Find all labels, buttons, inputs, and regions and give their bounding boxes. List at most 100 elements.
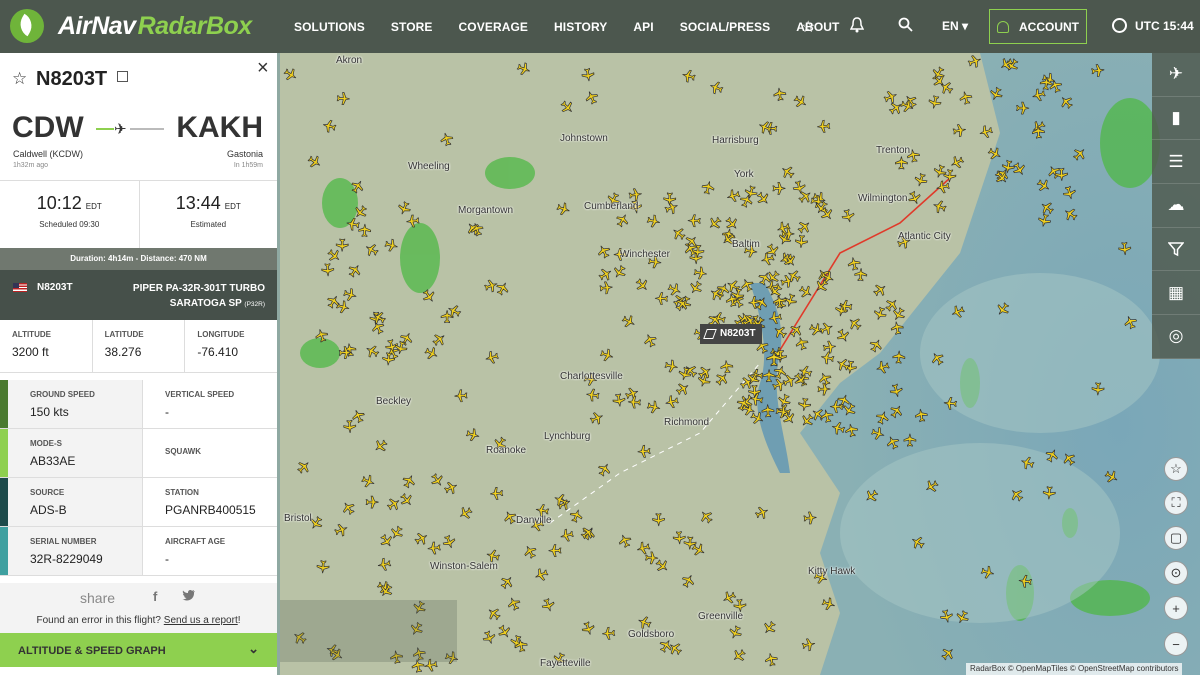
altitude-cell: ALTITUDE 3200 ft [0,320,92,372]
row-color-bar [0,478,8,526]
map-label: Roanoke [486,445,527,456]
origin-name: Caldwell (KCDW) [13,149,84,159]
departure-timezone: EDT [85,202,102,211]
arrival-estimated: Estimated [190,220,227,229]
source-value: ADS-B [30,503,67,517]
airport-icon[interactable]: ▮ [1152,97,1200,141]
nav-solutions[interactable]: SOLUTIONS [294,20,365,34]
favorites-star-icon[interactable]: ☆ [1164,457,1188,481]
main-nav: SOLUTIONS STORE COVERAGE HISTORY API SOC… [294,0,865,53]
user-icon [997,20,1009,33]
arrival-time: 13:44 [175,193,221,213]
facebook-icon[interactable]: f [153,589,157,604]
map-label: Trenton [876,145,911,156]
map-label: Danville [516,515,552,526]
station-value[interactable]: PGANRB400515 [165,503,277,517]
detail-cell: STATION PGANRB400515 [142,478,277,526]
map-label: Winchester [620,249,671,260]
nav-store[interactable]: STORE [391,20,433,34]
mode-s-label: MODE-S [30,439,62,448]
map-label: Greenville [698,611,744,622]
altitude-label: ALTITUDE [12,330,51,339]
aircraft-type-code: (P32R) [244,301,265,308]
map-label: Wilmington [858,193,908,204]
detail-row: GROUND SPEED 150 kts VERTICAL SPEED - [0,380,277,429]
favorite-star-icon[interactable]: ☆ [12,69,27,89]
flight-map[interactable]: Akron Johnstown Harrisburg Wheeling Morg… [280,53,1200,675]
map-label: Richmond [664,417,710,428]
serial-number-label: SERIAL NUMBER [30,537,97,546]
my-location-icon[interactable]: ⊙ [1164,561,1188,585]
route-summary: CDW ✈ KAKH Caldwell (KCDW) Gastonia 1h32… [0,103,277,180]
flight-list-icon[interactable]: ☰ [1152,140,1200,185]
mode-s-value: AB33AE [30,454,76,468]
nav-api[interactable]: API [633,20,653,34]
route-progress-line [96,128,114,130]
logo-leaf-icon [10,9,44,43]
ground-speed-value: 150 kts [30,405,69,419]
latitude-value: 38.276 [104,345,142,359]
compass-icon[interactable]: ◎ [1152,315,1200,359]
notifications-bell-icon[interactable] [849,17,865,38]
map-label: Morgantown [458,205,514,216]
nav-history[interactable]: HISTORY [554,20,607,34]
map-tools-toolbar: ✈ ▮ ☰ ☁ ▦ ◎ [1152,53,1200,359]
weather-icon[interactable]: ☁ [1152,184,1200,228]
chevron-down-icon: ▾ [962,19,969,33]
map-label: Beckley [376,396,412,407]
detail-cell: MODE-S AB33AE [8,429,142,477]
latitude-cell: LATITUDE 38.276 [91,320,185,372]
zoom-in-button[interactable]: + [1164,596,1188,620]
clock-icon [1112,18,1127,33]
map-label: Lynchburg [544,431,591,442]
report-error-question: Found an error in this flight? [36,615,161,626]
selected-aircraft-tag[interactable]: N8203T [700,324,762,344]
aircraft-header: N8203T PIPER PA-32R-301T TURBO SARATOGA … [0,270,277,320]
aircraft-type: PIPER PA-32R-301T TURBO SARATOGA SP (P32… [115,281,265,312]
account-button[interactable]: ACCOUNT [989,9,1087,44]
detail-cell: SOURCE ADS-B [8,478,142,526]
serial-number-value: 32R-8229049 [30,552,103,566]
zoom-out-button[interactable]: − [1164,632,1188,656]
map-canvas [280,53,1200,675]
longitude-label: LONGITUDE [197,330,245,339]
utc-clock[interactable]: UTC 15:44 [1112,18,1194,33]
favorites-star-icon[interactable]: ☆ [801,17,815,37]
nav-coverage[interactable]: COVERAGE [459,20,528,34]
departure-time: 10:12 [36,193,82,213]
send-report-link[interactable]: Send us a report [164,615,238,626]
graph-label: ALTITUDE & SPEED GRAPH [18,645,166,657]
arrival-timezone: EDT [224,202,241,211]
destination-code[interactable]: KAKH [176,111,263,145]
fullscreen-icon[interactable]: ⛶ [1164,491,1188,515]
detail-row: SOURCE ADS-B STATION PGANRB400515 [0,478,277,527]
map-label: Winston-Salem [430,561,498,572]
map-layers-icon[interactable]: ▦ [1152,271,1200,316]
route-remaining-line [130,128,164,130]
origin-code[interactable]: CDW [12,111,84,145]
external-link-icon[interactable] [117,71,128,82]
map-label: Charlottesville [560,371,623,382]
filter-icon[interactable] [1152,228,1200,272]
close-icon[interactable]: × [257,57,269,80]
detail-cell: SERIAL NUMBER 32R-8229049 [8,527,142,575]
twitter-icon[interactable] [182,589,196,604]
detail-cell: GROUND SPEED 150 kts [8,380,142,428]
nav-social-press[interactable]: SOCIAL/PRESS [680,20,771,34]
aircraft-filter-icon[interactable]: ✈ [1152,53,1200,97]
airnav-radarbox-logo[interactable]: AirNav RadarBox [10,8,252,44]
search-icon[interactable] [898,17,913,37]
detail-row: MODE-S AB33AE SQUAWK [0,429,277,478]
duration-distance: Duration: 4h14m - Distance: 470 NM [0,248,277,270]
aircraft-registration[interactable]: N8203T [37,282,73,293]
map-label: Cumberland [584,201,639,212]
row-color-bar [0,429,8,477]
altitude-speed-graph-toggle[interactable]: ALTITUDE & SPEED GRAPH ⌄ [0,633,277,667]
logo-text-airnav: AirNav [58,11,136,40]
language-selector[interactable]: EN ▾ [942,19,968,33]
fit-bounds-icon[interactable]: ▢ [1164,526,1188,550]
squawk-label: SQUAWK [165,447,201,456]
detail-cell: AIRCRAFT AGE - [142,527,277,575]
details-grid: GROUND SPEED 150 kts VERTICAL SPEED - MO… [0,380,277,576]
vertical-speed-label: VERTICAL SPEED [165,390,235,399]
